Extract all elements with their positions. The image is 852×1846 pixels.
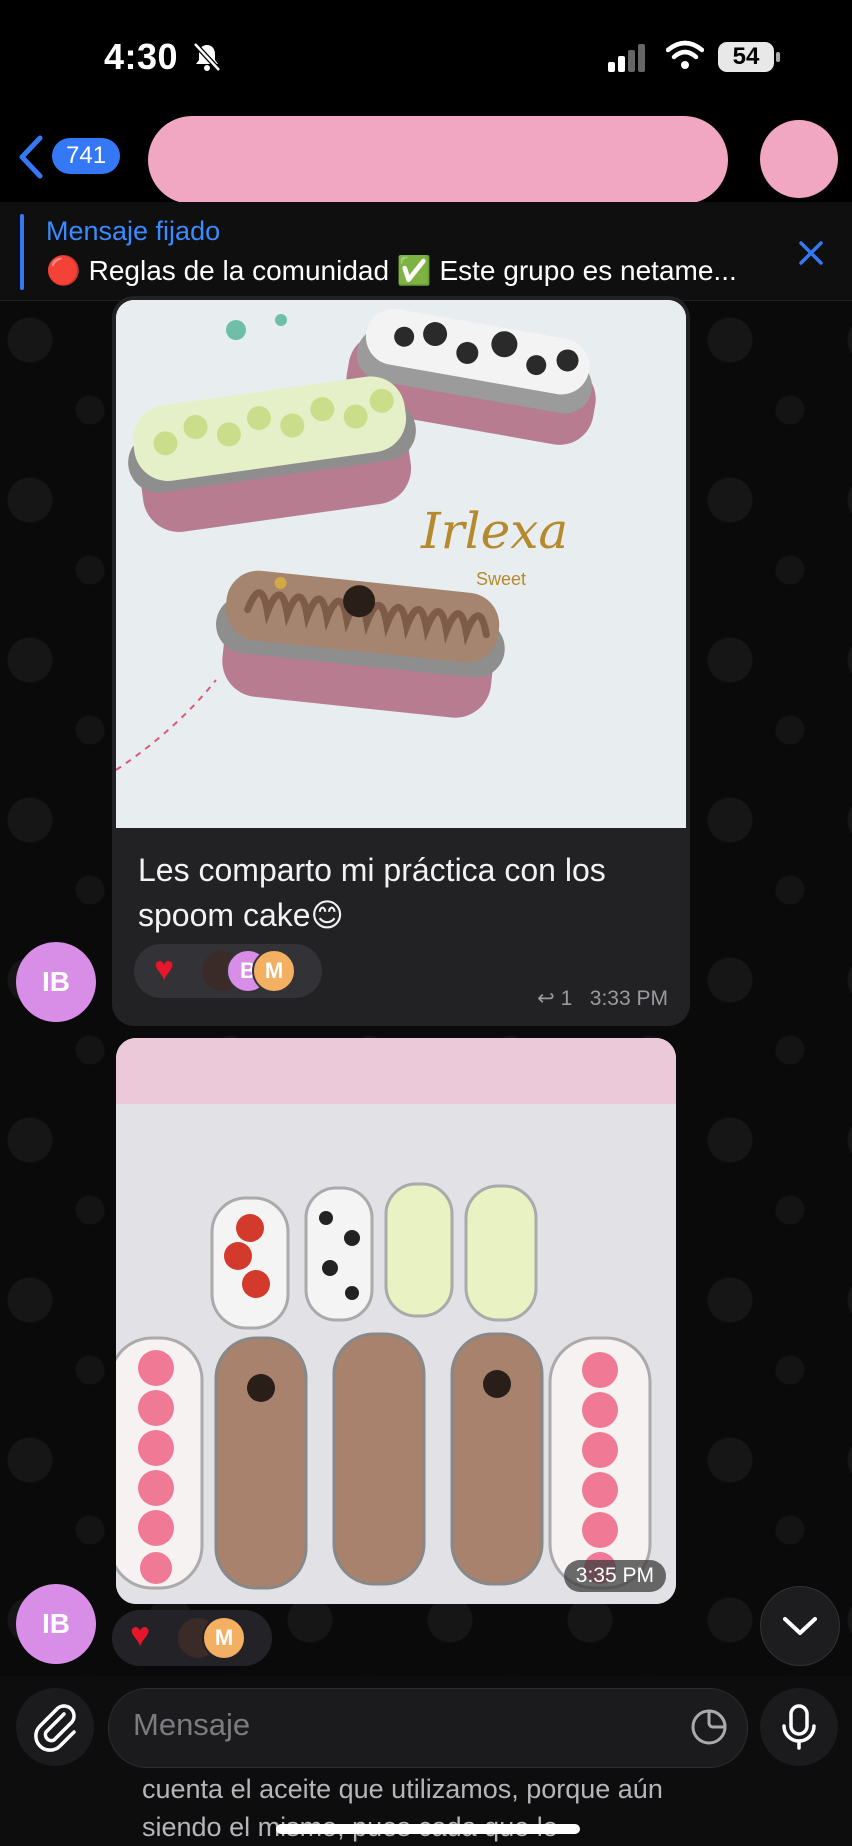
scroll-down-button[interactable] xyxy=(760,1586,840,1666)
cakes-tray-image xyxy=(116,1038,676,1604)
message-bubble[interactable]: Irlexa Sweet Les comparto mi práctica co… xyxy=(112,296,690,1026)
microphone-button[interactable] xyxy=(760,1688,838,1766)
reactions-bar[interactable]: ♥ B M xyxy=(134,944,322,998)
composer-bar: Mensaje cuenta el aceite que utilizamos,… xyxy=(0,1676,852,1846)
pinned-accent-bar xyxy=(20,214,24,290)
photo-message-bubble[interactable]: 3:35 PM xyxy=(116,1038,676,1604)
spoom-cake-image: Irlexa Sweet xyxy=(116,300,686,828)
message-time: 3:33 PM xyxy=(589,987,668,1010)
paperclip-icon xyxy=(34,1704,76,1752)
message-meta: ↩ 1 3:33 PM xyxy=(537,986,668,1011)
message-input[interactable]: Mensaje xyxy=(108,1688,748,1768)
reply-count: 1 xyxy=(560,987,573,1010)
microphone-icon xyxy=(782,1704,816,1750)
heart-reaction-icon[interactable]: ♥ xyxy=(130,1616,150,1655)
underlying-message-text: cuenta el aceite que utilizamos, porque … xyxy=(142,1774,663,1842)
brand-sub-text: Sweet xyxy=(476,569,526,589)
sender-avatar[interactable]: IB xyxy=(16,1584,96,1664)
status-bar: 4:30 54 xyxy=(0,0,852,110)
reactions-bar[interactable]: ♥ M xyxy=(112,1610,272,1666)
chevron-down-icon xyxy=(783,1617,817,1635)
close-icon[interactable] xyxy=(796,238,826,268)
reactor-avatar: M xyxy=(202,1616,246,1660)
pinned-message-bar[interactable]: Mensaje fijado 🔴 Reglas de la comunidad … xyxy=(0,202,852,301)
redacted-chat-title[interactable] xyxy=(148,116,728,204)
reactor-avatar: M xyxy=(252,949,296,993)
attach-button[interactable] xyxy=(16,1688,94,1766)
message-input-placeholder: Mensaje xyxy=(133,1707,251,1742)
sticker-icon[interactable] xyxy=(689,1707,729,1747)
pinned-text: 🔴 Reglas de la comunidad ✅ Este grupo es… xyxy=(46,255,737,286)
chat-avatar[interactable] xyxy=(760,120,838,198)
battery-indicator: 54 xyxy=(718,42,780,72)
message-caption: Les comparto mi práctica con los spoom c… xyxy=(138,852,606,933)
chat-header: 741 xyxy=(0,110,852,204)
home-indicator xyxy=(276,1824,580,1834)
back-chevron-icon[interactable] xyxy=(16,134,46,180)
pinned-title: Mensaje fijado xyxy=(46,216,221,246)
muted-bell-icon xyxy=(193,42,221,72)
cake-photo[interactable]: Irlexa Sweet xyxy=(116,300,686,828)
brand-logo-text: Irlexa xyxy=(420,502,568,560)
unread-count-badge[interactable]: 741 xyxy=(52,138,121,174)
message-time: 3:35 PM xyxy=(563,1560,666,1592)
status-time: 4:30 xyxy=(104,36,179,77)
sender-avatar[interactable]: IB xyxy=(16,942,96,1022)
reply-arrow-icon: ↩ xyxy=(537,987,555,1010)
heart-reaction-icon[interactable]: ♥ xyxy=(154,950,174,989)
wifi-icon xyxy=(666,40,704,69)
